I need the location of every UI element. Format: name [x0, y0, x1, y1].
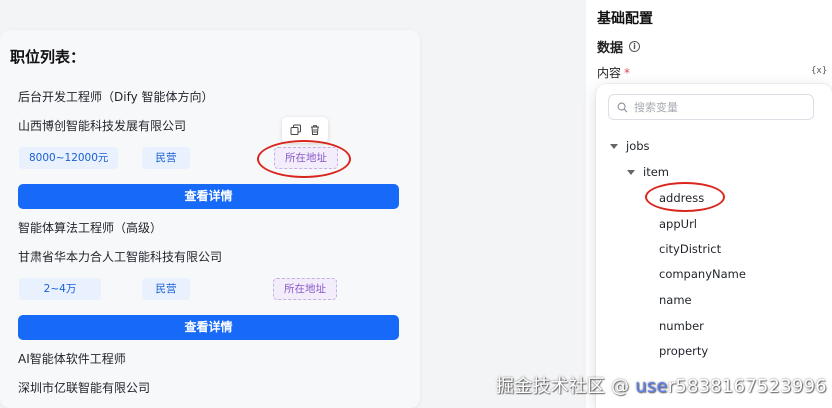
view-detail-button[interactable]: 查看详情 — [18, 315, 399, 340]
job-title: 后台开发工程师（Dify 智能体方向） — [18, 90, 214, 104]
tree-leaf-appurl[interactable]: appUrl — [659, 217, 697, 231]
tree-leaf-citydistrict[interactable]: cityDistrict — [659, 242, 721, 256]
tree-leaf-number[interactable]: number — [659, 319, 704, 333]
tree-node-item[interactable]: item — [627, 165, 669, 179]
company-type-tag: 民营 — [142, 147, 190, 169]
tree-node-label: jobs — [626, 139, 650, 153]
job-title: 智能体算法工程师（高级） — [18, 221, 163, 235]
data-label: 数据 i — [597, 37, 641, 56]
salary-tag: 2~4万 — [19, 278, 101, 300]
variable-icon[interactable]: {x} — [811, 66, 827, 76]
job-title: AI智能体软件工程师 — [18, 352, 126, 366]
variable-search-input[interactable] — [634, 100, 794, 114]
list-title: 职位列表： — [10, 48, 86, 66]
job-list-preview: 职位列表： 后台开发工程师（Dify 智能体方向） 山西博创智能科技发展有限公司… — [0, 30, 420, 408]
search-icon — [617, 98, 628, 117]
delete-icon[interactable] — [309, 121, 321, 140]
tree-leaf-companyname[interactable]: companyName — [659, 267, 746, 281]
required-mark: * — [624, 66, 631, 80]
job-company: 深圳市亿联智能有限公司 — [18, 381, 151, 395]
data-label-text: 数据 — [597, 41, 624, 56]
salary-tag: 8000~12000元 — [19, 147, 119, 169]
section-title: 基础配置 — [597, 11, 653, 27]
address-tag[interactable]: 所在地址 — [273, 278, 337, 300]
copy-icon[interactable] — [290, 121, 302, 140]
info-icon[interactable]: i — [629, 41, 641, 52]
tree-leaf-address[interactable]: address — [659, 191, 704, 205]
content-label-text: 内容 — [597, 66, 622, 80]
chevron-down-icon[interactable] — [627, 169, 635, 175]
variable-picker-popup: jobs item address appUrl cityDistrict co… — [596, 84, 832, 408]
tree-node-jobs[interactable]: jobs — [610, 139, 650, 153]
tree-leaf-property[interactable]: property — [659, 344, 708, 358]
tree-node-label: item — [643, 165, 669, 179]
chevron-down-icon[interactable] — [610, 143, 618, 149]
job-company: 山西博创智能科技发展有限公司 — [18, 119, 187, 133]
company-type-tag: 民营 — [142, 278, 190, 300]
address-tag[interactable]: 所在地址 — [274, 147, 338, 169]
element-toolbar — [282, 117, 328, 143]
tree-leaf-name[interactable]: name — [659, 293, 692, 307]
job-company: 甘肃省华本力合人工智能科技有限公司 — [18, 250, 223, 264]
view-detail-button[interactable]: 查看详情 — [18, 184, 399, 209]
variable-search-box[interactable] — [608, 94, 814, 120]
content-label: 内容 * — [597, 64, 630, 81]
